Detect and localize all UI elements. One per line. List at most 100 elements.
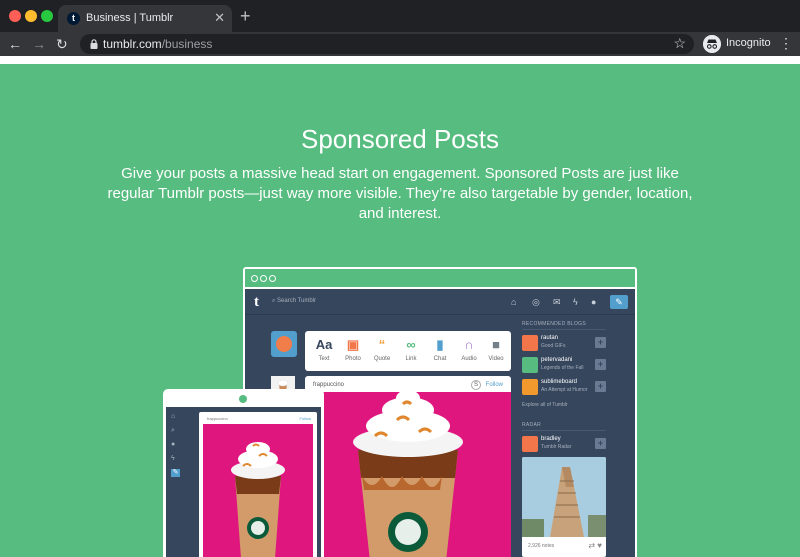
post-type-label: Audio [461,356,477,362]
blog-name: petervadani [541,357,573,363]
mockup-search: ⌕ Search Tumblr [272,298,317,304]
tablet-screen: ⌂ ⌕ ● ϟ ✎ frappuccino Follow [166,407,321,557]
page-content: Sponsored Posts Give your posts a massiv… [0,64,800,557]
post-type-label: Video [488,356,504,362]
radar-heading: Radar [522,422,606,431]
radar-blog-row: bradley Tumblr Radar + [522,435,606,455]
post-type-label: Chat [433,356,447,362]
home-icon: ⌂ [171,413,176,420]
back-arrow-icon[interactable]: ← [8,35,22,53]
mockup-titlebar [245,269,635,289]
chat-post-icon: ▮ [436,337,444,352]
tablet-mockup: ⌂ ⌕ ● ϟ ✎ frappuccino Follow [163,389,324,557]
mockup-window-dot-icon [260,275,267,282]
mockup-search-placeholder: Search Tumblr [277,298,317,304]
mockup-window-dot-icon [269,275,276,282]
post-username: frappuccino [313,382,345,388]
mockup-dashboard-nav: t ⌕ Search Tumblr ⌂ ◎ ✉ ϟ ● ✎ [245,291,635,315]
compose-pencil-icon: ✎ [171,469,180,477]
post-type-label: Text [318,356,330,362]
flatiron-building-icon [522,457,606,537]
forward-arrow-icon[interactable]: → [32,35,46,53]
address-bar[interactable]: tumblr.com/business ☆ [80,34,694,54]
url-path: /business [161,37,213,51]
follow-plus-icon: + [595,337,606,348]
tablet-post-username: frappuccino [207,416,228,421]
lock-icon [90,39,98,49]
mockup-user-avatar [271,331,297,357]
blog-subtitle: Legends of the Fall [541,365,584,371]
recommended-blog-row: rautan Good GIFs + [522,334,606,354]
account-person-icon: ● [171,441,176,448]
browser-tab[interactable]: t Business | Tumblr ✕ [58,5,232,32]
blog-avatar [522,335,538,351]
reload-icon[interactable]: ↻ [56,35,68,53]
new-tab-icon[interactable]: + [240,6,251,26]
page-title: Sponsored Posts [300,124,499,154]
post-type-text: Aa Text [309,335,339,364]
url-host: tumblr.com [103,37,162,51]
maximize-window-button[interactable] [41,10,53,22]
photo-post-icon: ▣ [346,337,360,352]
post-type-video: ■ Video [481,335,511,364]
post-photo [305,390,511,557]
recommended-blogs-heading: Recommended Blogs [522,321,606,330]
post-type-chat: ▮ Chat [425,335,455,364]
incognito-icon [703,35,721,53]
tablet-camera-icon [239,395,247,403]
follow-plus-icon: + [595,438,606,449]
follow-plus-icon: + [595,359,606,370]
reblog-like-icon: ⇄ ♥ [588,541,602,550]
browser-tab-bar: t Business | Tumblr ✕ + [0,0,800,32]
post-type-label: Photo [345,356,361,362]
post-type-link: ∞ Link [396,335,426,364]
mockup-sidebar: Recommended Blogs rautan Good GIFs + pet… [522,321,606,557]
close-window-button[interactable] [9,10,21,22]
tablet-post-photo [203,424,313,557]
radar-notes: 2,926 notes [528,543,555,549]
sponsored-badge: S [471,380,481,390]
post-type-bar: Aa Text ▣ Photo “ Quote ∞ Link ▮ Chat ∩ … [305,331,511,371]
post-type-photo: ▣ Photo [338,335,368,364]
tablet-follow-link: Follow [299,416,311,421]
kebab-menu-icon[interactable]: ⋮ [779,36,793,50]
blog-avatar [522,379,538,395]
post-type-audio: ∩ Audio [454,335,484,364]
tablet-post-card: frappuccino Follow [199,412,317,557]
radar-photo [522,457,606,537]
incognito-label: Incognito [726,37,771,49]
text-post-icon: Aa [315,337,333,352]
post-type-label: Quote [373,356,391,362]
video-post-icon: ■ [492,337,500,352]
mockup-window-dot-icon [251,275,258,282]
blog-name: bradley [541,436,561,442]
post-type-label: Link [405,356,417,362]
minimize-window-button[interactable] [25,10,37,22]
blog-subtitle: Good GIFs [541,343,566,349]
follow-plus-icon: + [595,381,606,392]
blog-name: sublimeboard [541,379,578,385]
frappuccino-drink-icon [231,442,285,557]
page-subtitle: Give your posts a massive head start on … [107,165,693,222]
blog-avatar [522,357,538,373]
close-tab-icon[interactable]: ✕ [214,10,225,26]
tumblr-logo-icon: t [254,294,259,310]
inbox-icon: ✉ [553,297,561,307]
explore-link: Explore all of Tumblr [522,402,568,408]
radar-post-card: 2,926 notes ⇄ ♥ [522,457,606,557]
recommended-blog-row: petervadani Legends of the Fall + [522,356,606,376]
activity-bolt-icon: ϟ [171,455,175,462]
search-icon: ⌕ [171,427,175,434]
link-post-icon: ∞ [406,337,416,352]
blog-subtitle: Tumblr Radar [541,444,572,450]
bookmark-star-icon[interactable]: ☆ [673,35,686,52]
compose-pencil-icon: ✎ [610,295,628,309]
post-type-quote: “ Quote [367,335,397,364]
frappuccino-drink-icon [353,390,463,557]
account-person-icon: ● [591,297,597,307]
blog-subtitle: An Attempt at Humor [541,387,588,393]
browser-toolbar: ← → ↻ tumblr.com/business ☆ Incognito ⋮ [0,32,800,56]
blog-name: rautan [541,335,559,341]
audio-post-icon: ∩ [464,337,474,352]
blog-avatar [522,436,538,452]
